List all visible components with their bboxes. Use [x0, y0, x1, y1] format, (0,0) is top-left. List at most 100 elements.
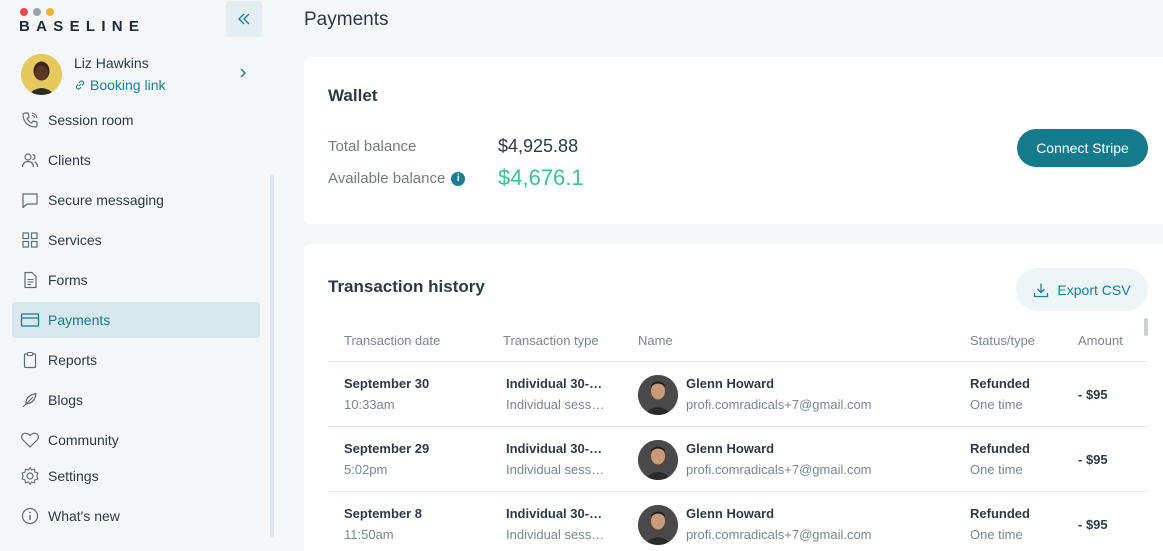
- window-dot-grey[interactable]: [33, 8, 41, 16]
- client-email: profi.comradicals+7@gmail.com: [686, 397, 872, 412]
- transaction-type: Individual 30-minute session: [506, 506, 606, 521]
- table-row[interactable]: September 30 10:33am Individual 30-minut…: [328, 362, 1148, 427]
- status-badge: Refunded: [970, 441, 1030, 456]
- window-dot-red[interactable]: [20, 8, 28, 16]
- double-chevron-left-icon: [238, 13, 250, 25]
- avatar: [638, 505, 678, 545]
- available-balance-label: Available balance: [328, 170, 446, 187]
- transaction-type: Individual 30-minute session: [506, 441, 606, 456]
- client-name: Glenn Howard: [686, 441, 775, 456]
- client-email: profi.comradicals+7@gmail.com: [686, 527, 872, 542]
- sidebar-item-label: Community: [48, 432, 119, 448]
- sidebar-item-label: What's new: [48, 508, 120, 524]
- sidebar-item-services[interactable]: Services: [12, 220, 260, 260]
- chat-bubble-icon: [20, 190, 40, 210]
- wallet-title: Wallet: [328, 86, 378, 105]
- col-header-name[interactable]: Name: [638, 333, 673, 348]
- status-badge: Refunded: [970, 506, 1030, 521]
- sidebar-item-label: Payments: [48, 312, 111, 328]
- profile-name: Liz Hawkins: [74, 55, 149, 71]
- sidebar: BASELINE Liz Hawkins Booking link Sessio…: [0, 0, 275, 551]
- transaction-amount: - $95: [1078, 452, 1108, 467]
- sidebar-item-label: Clients: [48, 152, 91, 168]
- app-logo: BASELINE: [19, 18, 146, 35]
- col-header-status[interactable]: Status/type: [970, 333, 1035, 348]
- document-icon: [20, 270, 40, 290]
- transaction-history-card: Transaction history Export CSV Transacti…: [304, 244, 1163, 551]
- avatar: [638, 440, 678, 480]
- client-name: Glenn Howard: [686, 376, 775, 391]
- transaction-date: September 30: [344, 376, 430, 391]
- transaction-time: 11:50am: [344, 527, 394, 542]
- sidebar-item-reports[interactable]: Reports: [12, 340, 260, 380]
- sidebar-item-community[interactable]: Community: [12, 420, 260, 460]
- col-header-date[interactable]: Transaction date: [344, 333, 440, 348]
- client-name: Glenn Howard: [686, 506, 775, 521]
- booking-link[interactable]: Booking link: [74, 77, 166, 93]
- sidebar-item-payments[interactable]: Payments: [12, 302, 260, 338]
- collapse-sidebar-button[interactable]: [226, 1, 262, 37]
- link-icon: [75, 80, 85, 90]
- heart-icon: [20, 430, 40, 450]
- sidebar-item-label: Reports: [48, 352, 98, 368]
- transaction-subtype: Individual session: [506, 527, 606, 542]
- feather-icon: [20, 390, 40, 410]
- transaction-amount: - $95: [1078, 387, 1108, 402]
- transaction-amount: - $95: [1078, 517, 1108, 532]
- transaction-type: Individual 30-minute session: [506, 376, 606, 391]
- sidebar-item-label: Settings: [48, 468, 99, 484]
- phone-icon: [20, 110, 40, 130]
- users-icon: [20, 150, 40, 170]
- payment-type: One time: [970, 462, 1023, 477]
- sidebar-item-label: Blogs: [48, 392, 84, 408]
- sidebar-item-label: Forms: [48, 272, 88, 288]
- payment-type: One time: [970, 527, 1023, 542]
- payment-type: One time: [970, 397, 1023, 412]
- transaction-subtype: Individual session: [506, 462, 606, 477]
- total-balance-label: Total balance: [328, 138, 417, 155]
- booking-link-label: Booking link: [90, 77, 166, 93]
- chevron-right-icon: [240, 68, 247, 78]
- transaction-subtype: Individual session: [506, 397, 606, 412]
- table-row[interactable]: September 8 11:50am Individual 30-minute…: [328, 492, 1148, 551]
- sidebar-nav: Session room Clients Secure messaging Se…: [12, 100, 260, 540]
- col-header-amount[interactable]: Amount: [1078, 333, 1123, 348]
- info-circle-icon: [20, 506, 40, 526]
- grid-icon: [20, 230, 40, 250]
- download-icon: [1034, 283, 1049, 297]
- available-balance-label-row: Available balance i: [328, 170, 466, 187]
- col-header-type[interactable]: Transaction type: [503, 333, 599, 348]
- sidebar-item-session-room[interactable]: Session room: [12, 100, 260, 140]
- export-csv-button[interactable]: Export CSV: [1016, 268, 1148, 311]
- sidebar-item-label: Secure messaging: [48, 192, 164, 208]
- sidebar-item-label: Session room: [48, 112, 134, 128]
- status-badge: Refunded: [970, 376, 1030, 391]
- window-dot-yellow[interactable]: [46, 8, 54, 16]
- client-email: profi.comradicals+7@gmail.com: [686, 462, 872, 477]
- connect-stripe-button[interactable]: Connect Stripe: [1017, 129, 1148, 167]
- profile-card[interactable]: Liz Hawkins Booking link: [21, 54, 261, 96]
- sidebar-item-clients[interactable]: Clients: [12, 140, 260, 180]
- info-icon[interactable]: i: [451, 171, 466, 186]
- sidebar-item-forms[interactable]: Forms: [12, 260, 260, 300]
- sidebar-item-blogs[interactable]: Blogs: [12, 380, 260, 420]
- sidebar-scrollbar[interactable]: [270, 175, 274, 537]
- total-balance-value: $4,925.88: [498, 136, 579, 156]
- sidebar-item-whats-new[interactable]: What's new: [12, 492, 260, 540]
- page-title: Payments: [304, 9, 389, 30]
- clipboard-icon: [20, 350, 40, 370]
- transaction-time: 5:02pm: [344, 462, 388, 477]
- wallet-card: Wallet Total balance $4,925.88 Available…: [304, 57, 1163, 224]
- table-header: Transaction date Transaction type Name S…: [328, 320, 1148, 362]
- sidebar-item-secure-messaging[interactable]: Secure messaging: [12, 180, 260, 220]
- sidebar-item-settings[interactable]: Settings: [12, 460, 260, 492]
- credit-card-icon: [20, 310, 40, 330]
- window-controls: [20, 8, 54, 16]
- export-csv-label: Export CSV: [1057, 281, 1131, 298]
- table-row[interactable]: September 29 5:02pm Individual 30-minute…: [328, 427, 1148, 492]
- table-scrollbar[interactable]: [1144, 318, 1148, 336]
- transactions-table: Transaction date Transaction type Name S…: [328, 320, 1148, 551]
- transaction-date: September 8: [344, 506, 423, 521]
- transaction-history-title: Transaction history: [328, 277, 485, 296]
- avatar: [638, 375, 678, 415]
